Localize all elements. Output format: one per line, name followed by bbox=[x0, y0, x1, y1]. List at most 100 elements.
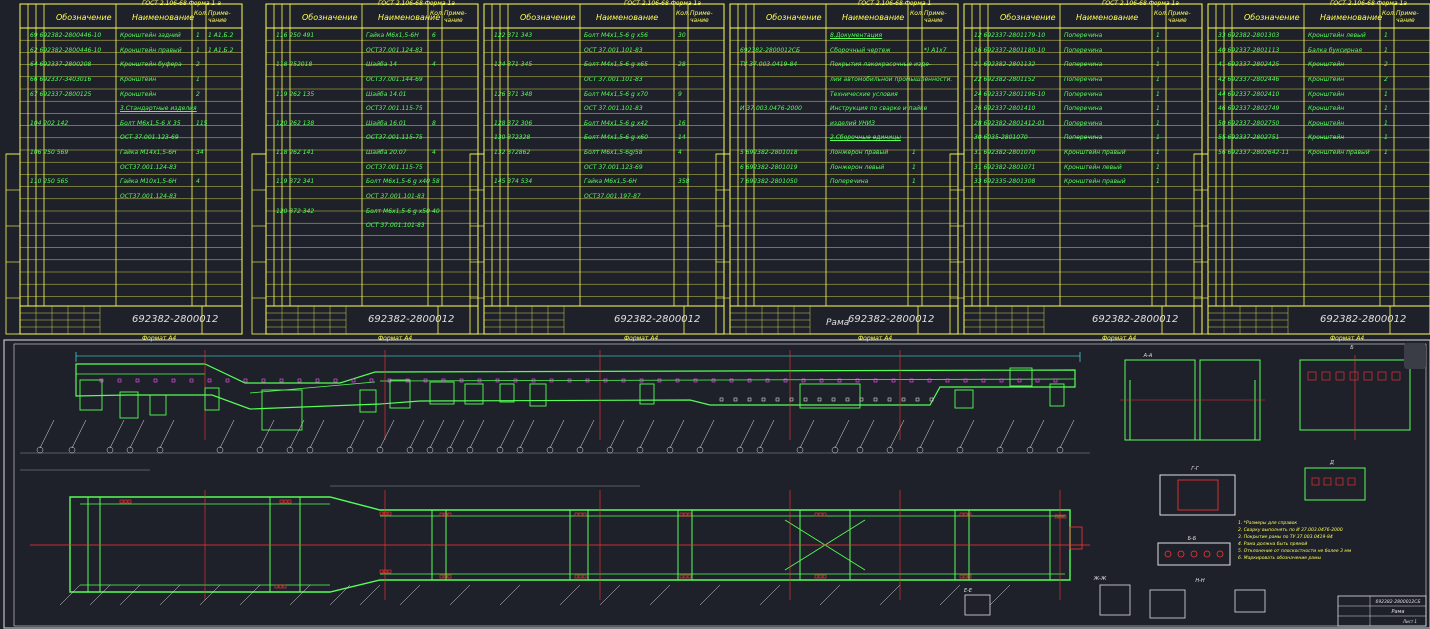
side-bracket bbox=[639, 383, 655, 405]
bolt-marker bbox=[817, 397, 822, 402]
section-g-g-part bbox=[1177, 479, 1219, 511]
side-bracket bbox=[119, 391, 139, 419]
bolt-marker bbox=[243, 378, 248, 383]
leader-line bbox=[469, 419, 485, 449]
leader-line bbox=[499, 584, 521, 606]
bolt-group bbox=[687, 512, 692, 517]
bolt-group bbox=[683, 512, 688, 517]
bolt-group bbox=[279, 499, 284, 504]
cross-member bbox=[269, 496, 301, 593]
section-bolts bbox=[1335, 477, 1344, 486]
section-bolts bbox=[1311, 477, 1320, 486]
leader-line bbox=[759, 584, 781, 606]
bolt-marker bbox=[207, 378, 212, 383]
bolt-group bbox=[439, 512, 444, 517]
leader-line bbox=[359, 584, 381, 606]
bolt-group bbox=[582, 574, 587, 579]
leader-line bbox=[1029, 419, 1045, 449]
leader-line bbox=[834, 419, 850, 449]
bolt-marker bbox=[261, 378, 266, 383]
bolt-marker bbox=[369, 378, 374, 383]
note-line: 4. Рама должна быть прямой bbox=[1238, 541, 1307, 547]
section-hole bbox=[1216, 550, 1224, 558]
section-label: A-A bbox=[1143, 353, 1153, 359]
leader-line bbox=[199, 584, 221, 606]
bolt-group bbox=[383, 569, 388, 574]
bolt-marker bbox=[333, 378, 338, 383]
bolt-marker bbox=[761, 397, 766, 402]
bolt-group bbox=[387, 569, 392, 574]
note-line: 2. Сварку выполнять по И 37.003.0476-200… bbox=[1238, 527, 1343, 533]
detail-view bbox=[1234, 589, 1266, 613]
side-bracket bbox=[499, 383, 515, 403]
bolt-group bbox=[439, 574, 444, 579]
section-views bbox=[964, 355, 1411, 619]
leader-line bbox=[349, 419, 365, 449]
bolt-group bbox=[683, 574, 688, 579]
section-profile bbox=[1129, 380, 1256, 441]
bolt-marker bbox=[873, 397, 878, 402]
bolt-marker bbox=[279, 378, 284, 383]
leader-line bbox=[379, 419, 395, 449]
leader-line bbox=[399, 584, 421, 606]
bolt-group bbox=[447, 512, 452, 517]
section-label: Д bbox=[1329, 460, 1334, 466]
bolt-group bbox=[1058, 514, 1063, 519]
section-label: Г-Г bbox=[1191, 466, 1200, 472]
section-hole bbox=[1190, 550, 1198, 558]
section-d bbox=[1304, 467, 1366, 501]
side-bracket bbox=[359, 389, 377, 413]
leader-line bbox=[739, 419, 755, 449]
note-line: 6. Маркировать обозначение рамы bbox=[1238, 555, 1321, 561]
bolt-group bbox=[123, 499, 128, 504]
bolt-group bbox=[959, 512, 964, 517]
bolt-marker bbox=[225, 378, 230, 383]
bolt-marker bbox=[845, 397, 850, 402]
bolt-marker bbox=[859, 397, 864, 402]
leader-line bbox=[219, 419, 235, 449]
bolt-group bbox=[383, 511, 388, 516]
assembly-drawing: A-A Б Г-Г Б-Б Д Н-Н Ж-Ж Е-Е 1. *Размеры для спра… bbox=[3, 339, 1430, 629]
section-bolts bbox=[1335, 371, 1345, 381]
frame-plan-view bbox=[20, 469, 1090, 606]
bolt-marker bbox=[747, 397, 752, 402]
leader-line bbox=[329, 584, 351, 606]
drawing-canvas[interactable]: ГОСТ 2.106-68 Форма 1 а Обозначение Наимен… bbox=[0, 0, 1430, 629]
side-bracket bbox=[954, 389, 974, 409]
bolt-marker bbox=[831, 397, 836, 402]
bolt-group bbox=[574, 512, 579, 517]
section-bb bbox=[1157, 542, 1231, 566]
drawing-inner-frame bbox=[13, 343, 1427, 627]
bolt-group bbox=[379, 569, 384, 574]
note-line: 1. *Размеры для справок bbox=[1238, 520, 1297, 526]
bolt-group bbox=[274, 584, 279, 589]
bolt-group bbox=[818, 574, 823, 579]
side-rail-outline bbox=[75, 363, 1076, 410]
stamp-name: Рама bbox=[1392, 609, 1405, 615]
bolt-group bbox=[679, 574, 684, 579]
bolt-marker bbox=[693, 378, 698, 383]
section-bolts bbox=[1363, 371, 1373, 381]
leader-line bbox=[129, 419, 145, 449]
leader-line bbox=[1059, 419, 1075, 449]
bolt-group bbox=[959, 574, 964, 579]
frame-side-view bbox=[20, 350, 1090, 454]
leader-line bbox=[71, 419, 87, 449]
section-bolts bbox=[1391, 371, 1401, 381]
bolt-group bbox=[578, 512, 583, 517]
section-hole bbox=[1177, 550, 1185, 558]
leader-line bbox=[559, 584, 581, 606]
tow-hook bbox=[1069, 526, 1083, 550]
section-hole bbox=[1203, 550, 1211, 558]
leader-line bbox=[649, 584, 671, 606]
bolt-group bbox=[963, 512, 968, 517]
detail-view bbox=[1099, 584, 1131, 616]
scroll-handle[interactable] bbox=[1404, 343, 1426, 369]
bolt-marker bbox=[171, 378, 176, 383]
bolt-marker bbox=[405, 378, 410, 383]
leader-line bbox=[159, 584, 181, 606]
leader-line bbox=[519, 419, 535, 449]
bolt-group bbox=[127, 499, 132, 504]
bolt-group bbox=[278, 584, 283, 589]
note-line: 5. Отклонение от плоскостности не более … bbox=[1238, 548, 1352, 554]
